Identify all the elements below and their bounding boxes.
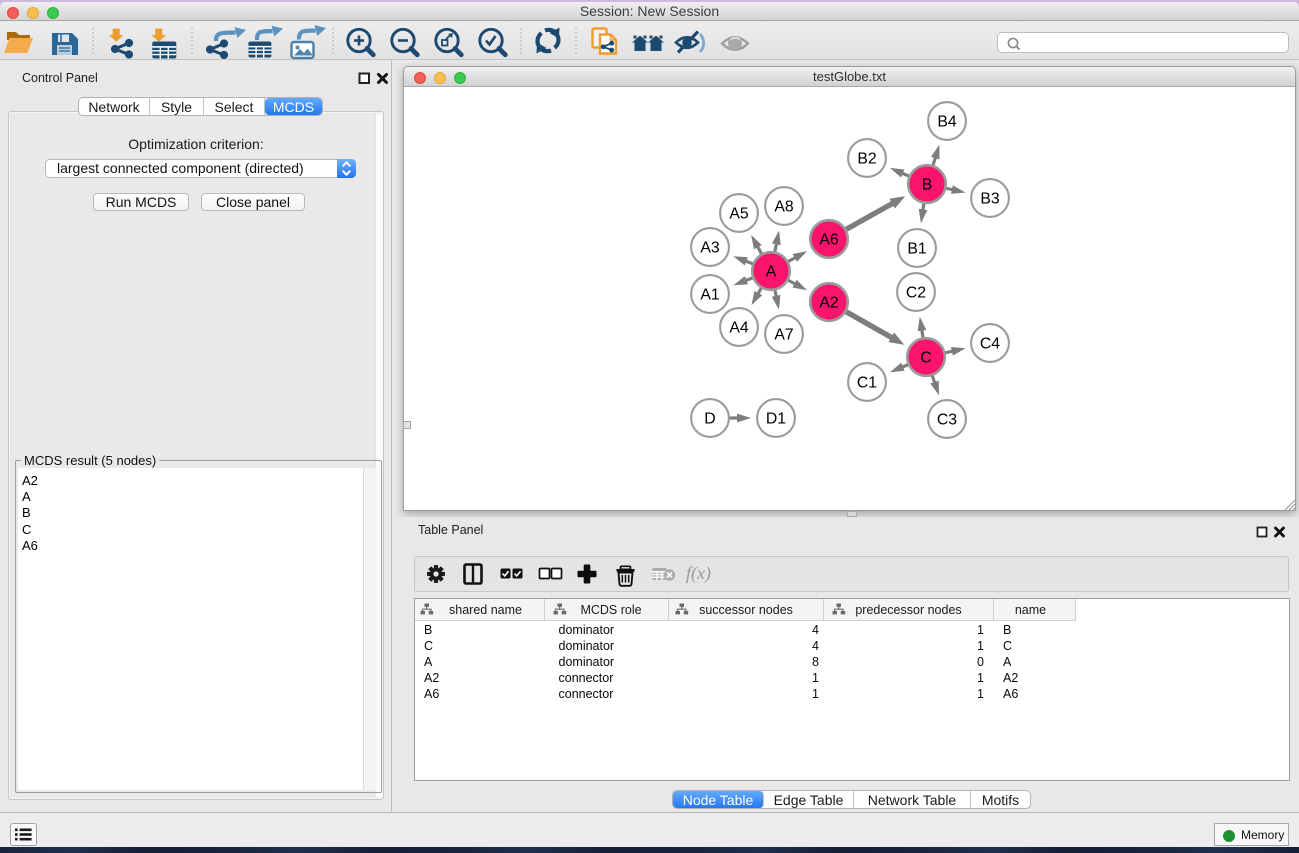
svg-text:D1: D1 bbox=[766, 411, 786, 428]
svg-text:A7: A7 bbox=[774, 327, 793, 344]
svg-text:C: C bbox=[920, 350, 931, 367]
svg-text:C4: C4 bbox=[980, 336, 1000, 353]
svg-text:B1: B1 bbox=[907, 241, 927, 258]
svg-text:A8: A8 bbox=[774, 199, 794, 216]
svg-text:A4: A4 bbox=[729, 320, 749, 337]
svg-text:A2: A2 bbox=[819, 295, 838, 312]
svg-text:A5: A5 bbox=[729, 206, 749, 223]
svg-text:A3: A3 bbox=[700, 240, 720, 257]
svg-text:C3: C3 bbox=[937, 412, 957, 429]
svg-text:A1: A1 bbox=[700, 287, 720, 304]
svg-text:C1: C1 bbox=[857, 375, 877, 392]
svg-text:A6: A6 bbox=[819, 232, 839, 249]
svg-text:D: D bbox=[704, 411, 715, 428]
svg-text:B2: B2 bbox=[857, 151, 876, 168]
svg-text:B: B bbox=[922, 177, 933, 194]
svg-text:B4: B4 bbox=[937, 114, 957, 131]
svg-text:A: A bbox=[766, 264, 777, 281]
svg-text:C2: C2 bbox=[906, 285, 926, 302]
svg-text:B3: B3 bbox=[980, 191, 1000, 208]
